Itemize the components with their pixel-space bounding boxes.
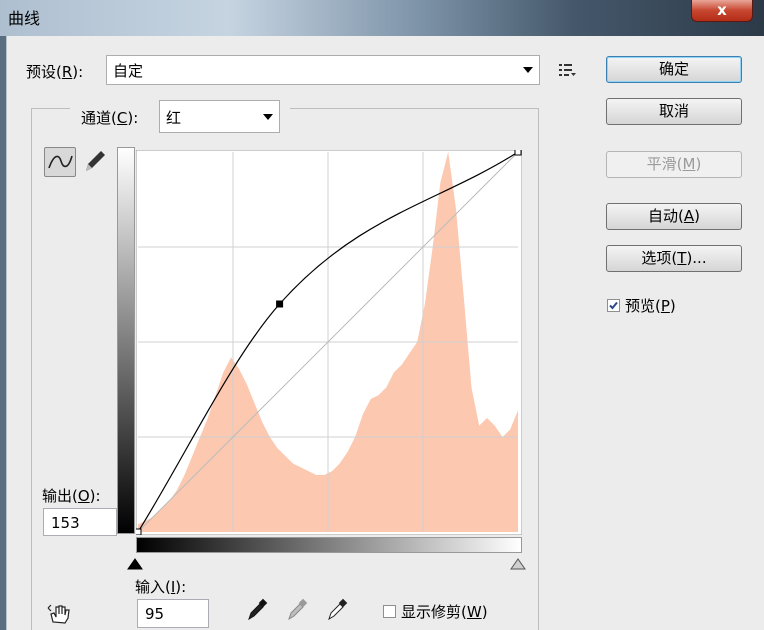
white-point-slider[interactable] — [510, 556, 526, 570]
show-clipping-checkbox[interactable] — [383, 605, 396, 618]
preset-value: 自定 — [113, 62, 144, 80]
channel-select[interactable]: 红 — [159, 100, 280, 133]
black-point-slider[interactable] — [127, 556, 143, 570]
window-title: 曲线 — [8, 9, 41, 28]
preview-label: 预览(P) — [625, 297, 676, 315]
output-field[interactable]: 153 — [43, 508, 117, 536]
auto-button[interactable]: 自动(A) — [606, 203, 742, 230]
pencil-icon[interactable] — [82, 148, 108, 174]
curve-graph[interactable] — [136, 150, 522, 535]
gray-eyedropper-icon[interactable] — [286, 598, 308, 622]
output-gradient-bar — [117, 147, 135, 534]
hand-adjust-icon[interactable] — [47, 602, 75, 626]
options-button[interactable]: 选项(T)... — [606, 245, 742, 272]
chevron-down-icon — [523, 67, 533, 73]
close-button[interactable]: x — [691, 0, 753, 22]
curve-mode-icon — [48, 155, 73, 169]
input-field[interactable]: 95 — [137, 599, 209, 628]
curve-control-point[interactable] — [514, 150, 522, 156]
input-gradient-bar — [136, 537, 522, 553]
preset-menu-icon[interactable] — [558, 62, 578, 78]
chevron-down-icon — [263, 114, 273, 120]
ok-button[interactable]: 确定 — [606, 56, 742, 83]
checkmark-icon — [609, 301, 618, 310]
cancel-button[interactable]: 取消 — [606, 98, 742, 125]
output-label: 输出(O): — [42, 487, 101, 505]
smooth-button[interactable]: 平滑(M) — [606, 151, 742, 178]
channel-value: 红 — [166, 109, 182, 127]
preview-checkbox[interactable] — [607, 299, 620, 312]
preset-label: 预设(R): — [26, 63, 84, 81]
curve-control-point[interactable] — [276, 300, 284, 308]
channel-label: 通道(C): — [81, 109, 139, 127]
title-bar: 曲线 x — [0, 0, 764, 36]
show-clipping-label: 显示修剪(W) — [401, 603, 488, 621]
curve-control-point[interactable] — [136, 528, 142, 535]
curve-mode-button[interactable] — [44, 147, 76, 177]
preset-select[interactable]: 自定 — [106, 55, 540, 85]
white-eyedropper-icon[interactable] — [326, 598, 348, 622]
black-eyedropper-icon[interactable] — [246, 598, 268, 622]
input-label: 输入(I): — [135, 578, 187, 596]
